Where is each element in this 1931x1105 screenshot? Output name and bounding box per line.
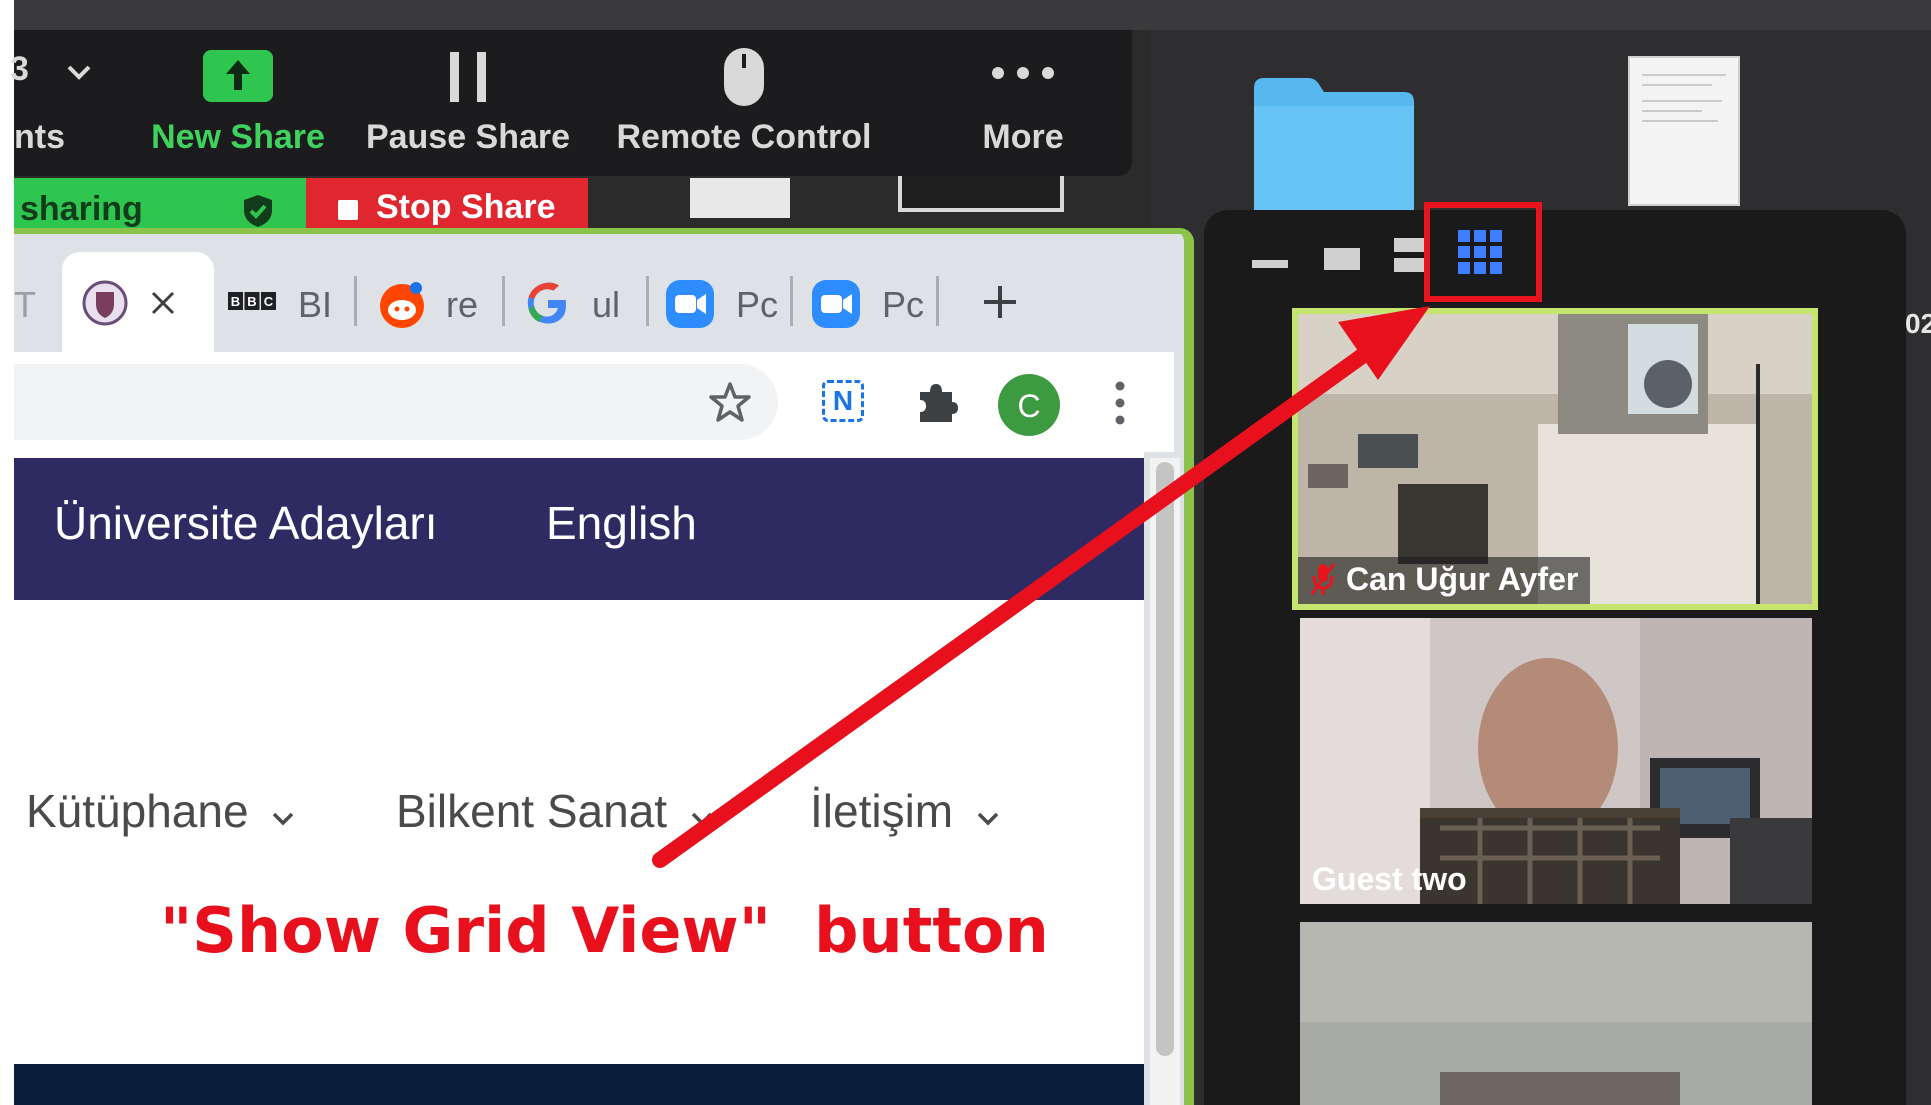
tab-separator — [502, 276, 505, 326]
remote-control-button[interactable]: Remote Control — [610, 30, 878, 176]
participants-button[interactable]: 3 nts — [10, 30, 104, 176]
new-tab-plus-icon[interactable] — [980, 282, 1020, 322]
tab-bbc[interactable]: B B C BI — [226, 256, 354, 348]
desktop-top-strip — [14, 0, 1931, 30]
extension-n-icon[interactable]: N — [822, 380, 864, 422]
reddit-icon — [380, 282, 424, 328]
more-label: More — [982, 118, 1064, 156]
nav-link-english[interactable]: English — [546, 496, 697, 550]
bookmark-star-icon[interactable] — [708, 380, 752, 424]
tab-reddit[interactable]: re — [374, 256, 502, 348]
stop-share-label: Stop Share — [376, 188, 556, 226]
tab-google[interactable]: ul — [522, 256, 644, 348]
avatar[interactable]: C — [998, 374, 1060, 436]
more-dots-icon — [992, 67, 1054, 79]
chevron-down-icon — [691, 812, 713, 826]
stop-icon — [338, 200, 358, 220]
minimize-video-icon[interactable] — [1252, 260, 1288, 268]
pause-icon — [450, 52, 486, 102]
hide-video-icon[interactable] — [1324, 248, 1360, 270]
extensions-puzzle-icon[interactable] — [914, 378, 960, 424]
scrollbar-thumb[interactable] — [1156, 462, 1174, 1056]
hero-banner — [14, 1064, 1144, 1105]
university-crest-icon — [82, 280, 128, 326]
shield-check-icon — [244, 195, 272, 227]
zoom-icon — [812, 280, 860, 328]
annotation-highlight-box — [1424, 202, 1542, 302]
annotation-label: "Show Grid View" button — [160, 894, 1049, 967]
menu-item-iletisim[interactable]: İletişim — [810, 784, 1000, 838]
video-feed-wall — [1300, 922, 1812, 1105]
new-share-label: New Share — [151, 118, 325, 156]
pause-share-label: Pause Share — [365, 118, 571, 156]
close-tab-icon[interactable] — [150, 290, 176, 316]
video-tile[interactable] — [1300, 922, 1812, 1105]
zoom-icon — [666, 280, 714, 328]
chevron-down-icon — [273, 812, 294, 826]
tab-separator — [790, 276, 793, 326]
share-arrow-icon — [203, 50, 273, 102]
participant-name: Can Uğur Ayfer — [1298, 557, 1591, 604]
tab-separator — [646, 276, 649, 326]
tab-separator — [354, 276, 357, 326]
sharing-status-text: sharing — [20, 190, 143, 228]
participants-count: 3 — [10, 50, 29, 88]
google-icon — [527, 282, 566, 324]
tab-partial[interactable]: T — [14, 256, 54, 348]
new-share-button[interactable]: New Share — [138, 30, 338, 176]
participant-name: Guest two — [1312, 861, 1467, 897]
svg-text:C: C — [264, 294, 274, 309]
chevron-down-icon — [977, 812, 999, 826]
speaker-view-icon[interactable] — [1394, 238, 1424, 272]
window-fragment — [690, 178, 790, 218]
bbc-icon: B B C — [228, 292, 276, 310]
more-button[interactable]: More — [958, 30, 1088, 176]
muted-mic-icon — [1310, 563, 1336, 595]
tab-zoom-2[interactable]: Pc — [812, 256, 934, 348]
address-bar[interactable] — [14, 364, 778, 440]
tab-separator — [936, 276, 939, 326]
svg-text:B: B — [247, 294, 256, 309]
menu-item-bilkent-sanat[interactable]: Bilkent Sanat — [396, 784, 714, 838]
zoom-share-toolbar: 3 nts New Share Pause Share Remote Contr… — [10, 30, 1132, 176]
svg-text:B: B — [231, 294, 240, 309]
edge-text: 02 — [1905, 308, 1931, 339]
video-tile[interactable]: Guest two — [1300, 618, 1812, 904]
document-thumbnail[interactable] — [1628, 56, 1740, 206]
pause-share-button[interactable]: Pause Share — [362, 30, 574, 176]
participants-label: nts — [14, 118, 65, 156]
browser-menu-icon[interactable] — [1114, 380, 1126, 426]
folder-icon[interactable] — [1250, 72, 1418, 212]
mouse-icon — [724, 48, 764, 106]
nav-link-universite-adaylari[interactable]: Üniversite Adayları — [54, 496, 438, 550]
menu-item-kutuphane[interactable]: Kütüphane — [26, 784, 295, 838]
chevron-down-icon[interactable] — [66, 62, 92, 82]
tab-zoom-1[interactable]: Pc — [666, 256, 788, 348]
remote-control-label: Remote Control — [616, 118, 872, 156]
video-tile[interactable]: Can Uğur Ayfer — [1292, 308, 1818, 610]
